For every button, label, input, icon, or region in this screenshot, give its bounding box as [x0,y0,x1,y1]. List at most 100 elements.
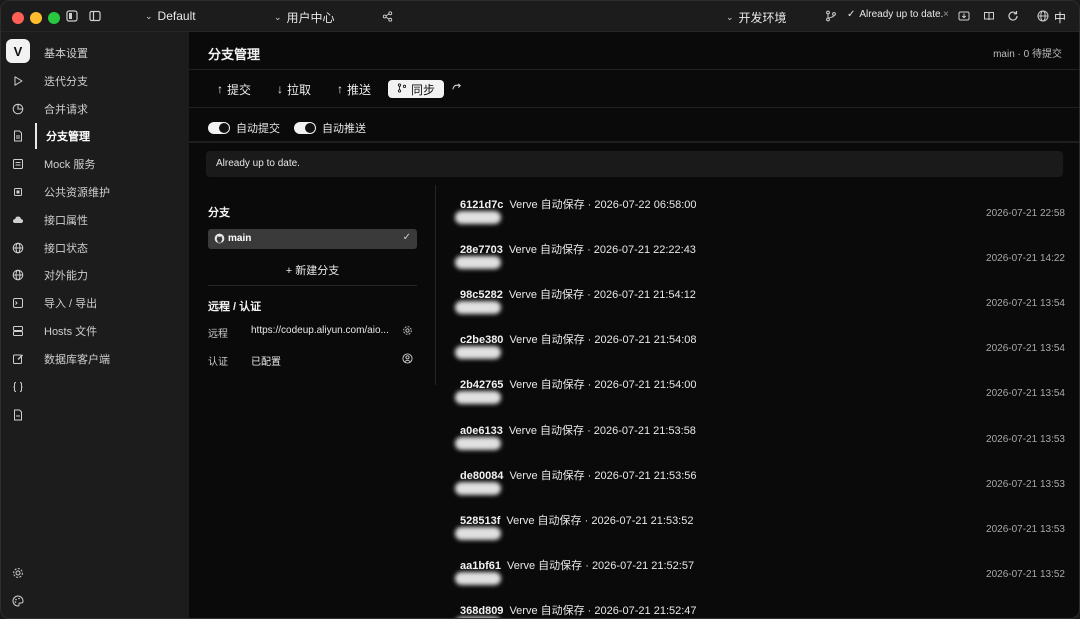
commit-row[interactable]: 28e7703 Verve 自动保存 · 2026-07-21 22:22:43 2… [455,237,1065,282]
commit-summary: aa1bf61 Verve 自动保存 · 2026-07-21 21:52:57 [460,557,694,573]
language-switch[interactable]: 中 [1037,9,1066,26]
commit-row[interactable]: 6121d7c Verve 自动保存 · 2026-07-22 06:58:00 2… [455,192,1065,237]
commit-hash: de80084 [460,469,504,482]
redacted-author [455,391,501,405]
active-indicator [35,123,37,150]
close-window-button[interactable] [12,12,24,24]
commit-hash: 368d809 [460,604,504,617]
commit-message: Verve 自动保存 · 2026-07-21 21:53:58 [508,424,696,437]
commit-date: 2026-07-21 14:22 [986,253,1065,265]
git-branch-icon[interactable] [824,9,838,23]
redacted-author [455,571,501,585]
cloud-icon [12,214,24,226]
commit-row[interactable]: 2b42765 Verve 自动保存 · 2026-07-21 21:54:00 2… [455,372,1065,417]
globe-icon [1037,10,1049,25]
sidebar-item-label: 导入 / 导出 [44,298,98,311]
sidebar-item[interactable]: Hosts 文件 [1,318,189,344]
redacted-author [455,346,501,360]
sidebar-item[interactable]: 数据库客户端 [1,346,189,372]
settings-icon[interactable] [12,567,24,579]
commit-date: 2026-07-21 13:53 [986,523,1065,535]
main-panel: 分支管理 main · 0 待提交 ↑ 提交 ↓ 拉取 ↑ 推送 同步 自动提交… [189,32,1079,618]
sidebar-item[interactable]: 接口状态 [1,235,189,261]
share-icon[interactable] [380,9,394,23]
commit-date: 2026-07-21 13:53 [986,433,1065,445]
book-icon[interactable] [982,9,996,23]
commit-date: 2026-07-21 22:58 [986,208,1065,219]
new-branch-button[interactable]: + 新建分支 [208,262,417,278]
commit-hash: aa1bf61 [460,559,501,572]
sidebar-toggle-icon[interactable] [88,9,102,23]
sidebar-item[interactable]: Mock 服务 [1,151,189,177]
user-circle-icon[interactable] [402,353,413,364]
sidebar-item[interactable]: 合并请求 [1,96,189,122]
push-button[interactable]: ↑ 推送 [337,80,371,98]
palette-icon[interactable] [12,595,24,607]
sidebar-item[interactable]: 分支管理 [1,123,189,150]
sidebar-item[interactable]: 对外能力 [1,262,189,288]
download-icon[interactable] [957,9,971,23]
commit-row[interactable]: 98c5282 Verve 自动保存 · 2026-07-21 21:54:12 2… [455,282,1065,327]
workspace-dropdown[interactable]: ⌄ Default [145,9,196,23]
commit-row[interactable]: a0e6133 Verve 自动保存 · 2026-07-21 21:53:58 2… [455,418,1065,463]
maximize-window-button[interactable] [48,12,60,24]
commit-row[interactable]: c2be380 Verve 自动保存 · 2026-07-21 21:54:08 2… [455,327,1065,372]
play-icon [12,75,24,87]
collection-dropdown[interactable]: ⌄ 用户中心 [274,9,335,26]
commit-summary: a0e6133 Verve 自动保存 · 2026-07-21 21:53:58 [460,422,696,438]
sidebar-item[interactable]: 基本设置 [1,40,189,66]
file-icon[interactable] [12,409,24,421]
refresh-icon[interactable] [1006,9,1020,23]
chevron-down-icon: ⌄ [726,12,734,22]
sync-button[interactable]: 同步 [388,80,445,98]
commit-summary: 528513f Verve 自动保存 · 2026-07-21 21:53:52 [460,512,693,528]
commit-row[interactable]: 368d809 Verve 自动保存 · 2026-07-21 21:52:47 [455,598,1065,618]
braces-icon[interactable] [12,381,24,393]
sidebar-item[interactable]: 接口属性 [1,207,189,233]
commit-message: Verve 自动保存 · 2026-07-21 21:54:00 [509,379,697,392]
arrow-up-icon: ↑ [217,82,223,96]
commit-row[interactable]: aa1bf61 Verve 自动保存 · 2026-07-21 21:52:57 2… [455,553,1065,598]
commit-label: 提交 [227,82,252,97]
page-title: 分支管理 [208,47,261,62]
commit-row[interactable]: 528513f Verve 自动保存 · 2026-07-21 21:53:52 2… [455,508,1065,553]
sidebar-item-label: 对外能力 [44,270,88,283]
sidebar-item[interactable]: 公共资源维护 [1,179,189,205]
page-header: 分支管理 main · 0 待提交 [189,32,1079,70]
commit-row[interactable]: de80084 Verve 自动保存 · 2026-07-21 21:53:56 2… [455,463,1065,508]
sidebar-item[interactable]: 导入 / 导出 [1,290,189,316]
remote-title: 远程 / 认证 [208,301,262,313]
auto-commit-switch[interactable] [208,122,230,134]
minimize-window-button[interactable] [30,12,42,24]
dismiss-status-button[interactable]: × [943,9,949,20]
status-notice: Already up to date. [206,151,1063,177]
branch-panel: 分支 main ✓ + 新建分支 远程 / 认证 远程 https://code… [208,184,417,424]
sidebar-item[interactable]: 迭代分支 [1,68,189,94]
pull-button[interactable]: ↓ 拉取 [277,80,311,98]
commit-hash: 2b42765 [460,379,504,392]
commit-message: Verve 自动保存 · 2026-07-21 21:53:52 [506,514,694,527]
git-toolbar: ↑ 提交 ↓ 拉取 ↑ 推送 同步 [189,70,1079,108]
sidebar-item-label: 接口状态 [44,242,88,255]
environment-dropdown[interactable]: ⌄ 开发环境 [726,9,787,26]
gear-icon[interactable] [402,325,413,336]
collection-label: 用户中心 [286,11,335,25]
push-label: 推送 [347,82,372,97]
commit-summary: 28e7703 Verve 自动保存 · 2026-07-21 22:22:43 [460,241,696,257]
commit-summary: 98c5282 Verve 自动保存 · 2026-07-21 21:54:12 [460,286,696,302]
terminal-icon [12,297,24,309]
commit-list: 6121d7c Verve 自动保存 · 2026-07-22 06:58:00 2… [455,192,1065,618]
sync-status-text: Already up to date. [859,9,944,20]
redacted-author [455,436,501,450]
auto-push-switch[interactable] [294,122,316,134]
auto-commit-toggle[interactable]: 自动提交 [208,120,280,136]
redo-button[interactable] [451,80,462,98]
branch-item-main[interactable]: main ✓ [208,229,417,249]
auto-push-toggle[interactable]: 自动推送 [294,120,366,136]
panel-icon[interactable] [65,9,79,23]
remote-url: https://codeup.aliyun.com/aio... [251,325,389,336]
commit-hash: 528513f [460,514,501,527]
commit-message: Verve 自动保存 · 2026-07-21 21:52:57 [506,559,695,572]
commit-button[interactable]: ↑ 提交 [217,80,251,98]
sync-status: ✓ Already up to date. [847,9,943,20]
